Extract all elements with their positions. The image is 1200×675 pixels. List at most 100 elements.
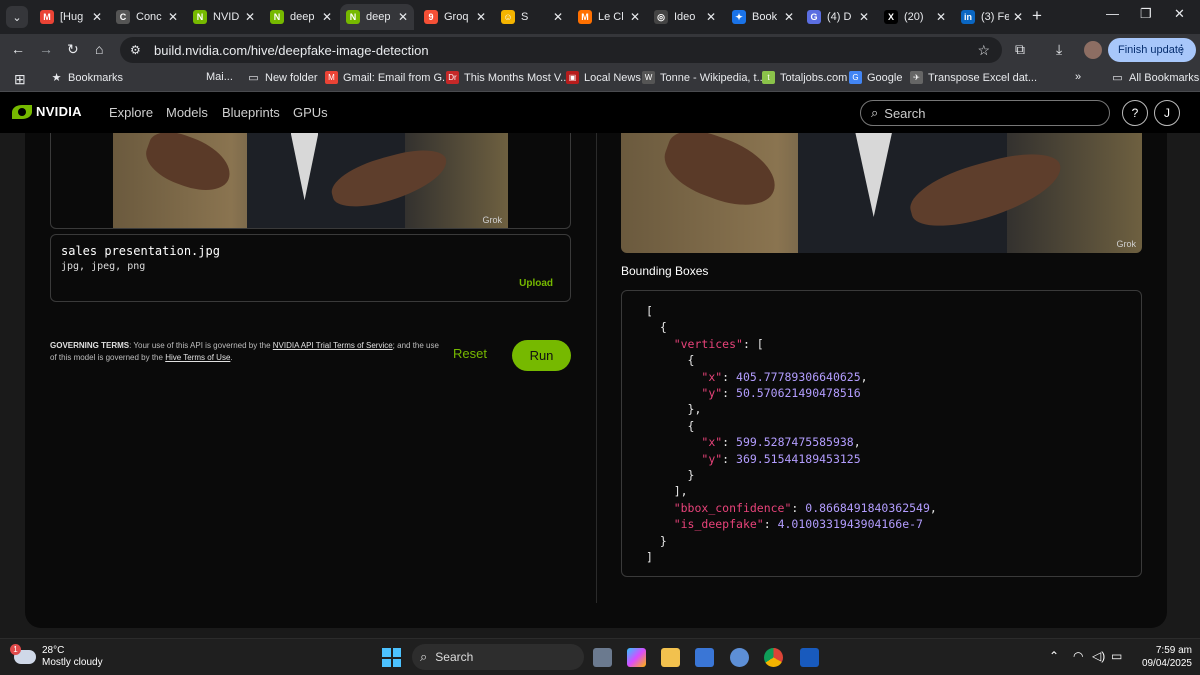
- extensions-icon[interactable]: ⧉: [1015, 41, 1025, 58]
- tab-close-icon[interactable]: ✕: [322, 10, 332, 24]
- bookmark-star-icon[interactable]: ☆: [977, 42, 990, 59]
- profile-avatar[interactable]: [1084, 41, 1102, 59]
- bookmark-item[interactable]: M Gmail: Email from G...: [325, 71, 451, 84]
- forward-icon[interactable]: →: [39, 41, 53, 57]
- show-hidden-icons[interactable]: ⌃: [1049, 649, 1059, 663]
- bookmark-label: Transpose Excel dat...: [928, 71, 1038, 84]
- browser-tab[interactable]: C Conc ✕: [110, 4, 184, 30]
- nav-explore[interactable]: Explore: [109, 105, 153, 120]
- browser-tab[interactable]: G (4) D ✕: [801, 4, 875, 30]
- site-search-input[interactable]: ⌕ Search: [860, 100, 1110, 126]
- tab-favicon-icon: N: [193, 10, 207, 24]
- bookmark-item[interactable]: ▣ Local News: [566, 71, 641, 84]
- json-key: "y": [701, 386, 723, 401]
- browser-tab[interactable]: X (20) ✕: [878, 4, 952, 30]
- tab-close-icon[interactable]: ✕: [168, 10, 178, 24]
- tab-close-icon[interactable]: ✕: [398, 10, 408, 24]
- file-explorer-icon[interactable]: [661, 648, 680, 667]
- word-icon[interactable]: [800, 648, 819, 667]
- help-button[interactable]: ?: [1122, 100, 1148, 126]
- nav-blueprints[interactable]: Blueprints: [222, 105, 280, 120]
- address-bar[interactable]: ⚙ build.nvidia.com/hive/deepfake-image-d…: [120, 37, 1002, 63]
- task-view-icon[interactable]: [593, 648, 612, 667]
- wifi-icon[interactable]: ◠: [1073, 649, 1083, 663]
- browser-tab[interactable]: ◎ Ideo ✕: [648, 4, 722, 30]
- nav-gpus[interactable]: GPUs: [293, 105, 328, 120]
- file-upload-box[interactable]: sales presentation.jpg jpg, jpeg, png Up…: [50, 234, 571, 302]
- bookmark-item[interactable]: Dr This Months Most V...: [446, 71, 569, 84]
- bookmark-item[interactable]: ★ Bookmarks: [50, 71, 123, 85]
- download-icon[interactable]: ⤓: [1056, 41, 1062, 58]
- tab-title: Ideo: [674, 11, 696, 23]
- hive-terms-link[interactable]: Hive Terms of Use: [165, 353, 230, 362]
- user-menu-button[interactable]: J: [1154, 100, 1180, 126]
- bookmark-label: Google: [867, 71, 903, 84]
- bookmark-item[interactable]: ▭ All Bookmarks: [1111, 71, 1199, 85]
- new-tab-button[interactable]: +: [1032, 6, 1042, 26]
- tab-close-icon[interactable]: ✕: [630, 10, 640, 24]
- bookmark-item[interactable]: W Tonne - Wikipedia, t...: [642, 71, 766, 84]
- chrome-icon[interactable]: [764, 648, 783, 667]
- restore-icon[interactable]: ❐: [1140, 6, 1152, 22]
- more-bookmarks-icon[interactable]: »: [1075, 71, 1081, 83]
- bookmark-item[interactable]: G Google: [849, 71, 902, 84]
- browser-tab[interactable]: M Le Cl ✕: [572, 4, 646, 30]
- browser-tab[interactable]: ☺ S ✕: [495, 4, 569, 30]
- input-photo: Grok: [113, 133, 508, 228]
- tab-close-icon[interactable]: ✕: [476, 10, 486, 24]
- taskbar-search-label: Search: [435, 650, 474, 664]
- tab-close-icon[interactable]: ✕: [706, 10, 716, 24]
- browser-tab[interactable]: Ndeep ✕: [264, 4, 338, 30]
- start-icon[interactable]: [382, 648, 401, 667]
- tab-close-icon[interactable]: ✕: [1013, 10, 1023, 24]
- minimize-icon[interactable]: —: [1106, 6, 1119, 21]
- browser-tab[interactable]: in (3) Fe ✕: [955, 4, 1029, 30]
- bookmark-item[interactable]: t Totaljobs.com: [762, 71, 847, 84]
- file-name: sales presentation.jpg: [61, 244, 220, 258]
- app-icon[interactable]: [730, 648, 749, 667]
- bookmark-icon: ▭: [1112, 72, 1123, 84]
- browser-tab[interactable]: ✦ Book ✕: [726, 4, 800, 30]
- weather-widget[interactable]: 1 28°C Mostly cloudy: [10, 644, 103, 669]
- tab-favicon-icon: C: [116, 10, 130, 24]
- date: 09/04/2025: [1141, 658, 1192, 669]
- reset-button[interactable]: Reset: [453, 346, 487, 361]
- volume-icon[interactable]: ◁): [1092, 649, 1105, 663]
- battery-icon[interactable]: ▭: [1111, 649, 1122, 663]
- nvidia-logo[interactable]: NVIDIA: [12, 104, 82, 119]
- copilot-icon[interactable]: [627, 648, 646, 667]
- nvidia-terms-link[interactable]: NVIDIA API Trial Terms of Service: [273, 341, 393, 350]
- file-types: jpg, jpeg, png: [61, 261, 146, 272]
- store-icon[interactable]: [695, 648, 714, 667]
- tab-title: Groq: [444, 11, 469, 23]
- tab-close-icon[interactable]: ✕: [859, 10, 869, 24]
- close-window-icon[interactable]: ✕: [1174, 6, 1185, 22]
- back-icon[interactable]: ←: [11, 41, 25, 57]
- home-icon[interactable]: ⌂: [95, 41, 103, 57]
- bookmark-item[interactable]: Mai...: [206, 71, 233, 83]
- bookmark-item[interactable]: ✈ Transpose Excel dat...: [910, 71, 1037, 84]
- tab-close-icon[interactable]: ✕: [92, 10, 102, 24]
- browser-tab[interactable]: Ndeep ✕: [340, 4, 414, 30]
- tab-search-button[interactable]: ⌄: [6, 6, 28, 28]
- finish-update-button[interactable]: Finish update ⋮: [1108, 38, 1196, 62]
- upload-button[interactable]: Upload: [519, 278, 553, 289]
- search-icon: ⌕: [871, 105, 879, 120]
- run-button[interactable]: Run: [512, 340, 571, 371]
- clock[interactable]: 7:59 am 09/04/2025: [1132, 644, 1192, 670]
- bookmark-icon: ▭: [248, 72, 259, 84]
- nav-models[interactable]: Models: [166, 105, 208, 120]
- tab-close-icon[interactable]: ✕: [553, 10, 563, 24]
- browser-tab[interactable]: N NVID ✕: [187, 4, 261, 30]
- tab-close-icon[interactable]: ✕: [936, 10, 946, 24]
- browser-tab[interactable]: 9 Groq ✕: [418, 4, 492, 30]
- bookmark-item[interactable]: ▭ New folder: [247, 71, 317, 85]
- browser-tab[interactable]: M [Hug ✕: [34, 4, 108, 30]
- reload-icon[interactable]: ↻: [67, 41, 79, 58]
- tab-close-icon[interactable]: ✕: [245, 10, 255, 24]
- site-info-icon[interactable]: ⚙: [130, 43, 148, 57]
- apps-grid-icon[interactable]: ⊞: [14, 71, 26, 88]
- tab-favicon-icon: in: [961, 10, 975, 24]
- taskbar-search[interactable]: ⌕ Search: [412, 644, 584, 670]
- tab-close-icon[interactable]: ✕: [784, 10, 794, 24]
